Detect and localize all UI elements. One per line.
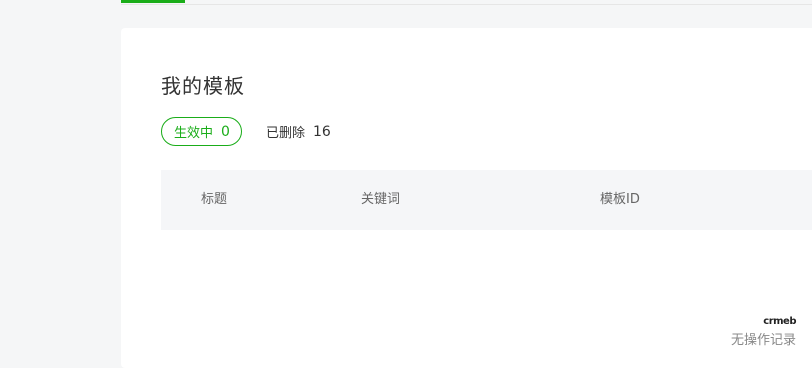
no-records-text: 无操作记录 bbox=[730, 333, 796, 348]
top-tab-bar bbox=[121, 0, 812, 5]
column-header-keywords: 关键词 bbox=[361, 192, 401, 207]
template-card: 我的模板 生效中 0 已删除 16 标题 关键词 模板ID bbox=[121, 28, 812, 368]
table-header: 标题 关键词 模板ID bbox=[161, 170, 812, 230]
active-tab-indicator bbox=[121, 0, 185, 3]
tab-count: 0 bbox=[221, 123, 230, 140]
tab-label: 生效中 bbox=[174, 126, 214, 141]
column-header-template-id: 模板ID bbox=[600, 192, 640, 207]
status-tabs: 生效中 0 已删除 16 bbox=[161, 117, 331, 146]
watermark: crmeb 无操作记录 bbox=[730, 316, 797, 349]
page-title: 我的模板 bbox=[161, 74, 245, 98]
crmeb-logo: crmeb bbox=[763, 316, 796, 327]
tab-deleted-templates[interactable]: 已删除 16 bbox=[266, 117, 331, 146]
tab-active-templates[interactable]: 生效中 0 bbox=[161, 117, 242, 146]
tab-label: 已删除 bbox=[265, 126, 305, 141]
column-header-title: 标题 bbox=[201, 192, 228, 207]
tab-count: 16 bbox=[312, 123, 331, 140]
left-blank-area bbox=[0, 0, 121, 360]
